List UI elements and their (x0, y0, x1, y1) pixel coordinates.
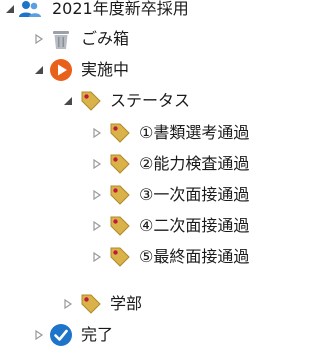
tree-item-status-child[interactable]: ③一次面接通過 (0, 180, 320, 210)
folder-tree: 2021年度新卒採用 ごみ箱 実施中 ステータス ①書類選考通過 ②能力検査通過… (0, 0, 320, 352)
collapse-arrow-icon[interactable] (62, 289, 74, 319)
expand-arrow-icon[interactable] (62, 86, 74, 116)
tag-icon (107, 183, 131, 207)
tree-item-label: ③一次面接通過 (139, 185, 250, 204)
tag-icon (107, 245, 131, 269)
tree-item-status[interactable]: ステータス (0, 86, 320, 116)
play-circle-icon (49, 58, 73, 82)
expand-arrow-icon[interactable] (33, 55, 45, 85)
expand-arrow-icon[interactable] (4, 0, 16, 24)
collapse-arrow-icon[interactable] (91, 180, 103, 210)
collapse-arrow-icon[interactable] (91, 211, 103, 241)
collapse-arrow-icon[interactable] (33, 320, 45, 350)
check-circle-icon (49, 323, 73, 347)
tree-item-status-child[interactable]: ⑤最終面接通過 (0, 242, 320, 272)
tree-item-label: 学部 (110, 294, 143, 313)
tree-item-label: ②能力検査通過 (139, 154, 250, 173)
tree-item-done[interactable]: 完了 (0, 320, 320, 350)
collapse-arrow-icon[interactable] (91, 118, 103, 148)
tag-icon (107, 152, 131, 176)
tree-item-label: ごみ箱 (81, 29, 130, 48)
tree-item-trash[interactable]: ごみ箱 (0, 24, 320, 54)
collapse-arrow-icon[interactable] (91, 149, 103, 179)
tree-item-root[interactable]: 2021年度新卒採用 (0, 0, 320, 24)
tree-item-label: 完了 (81, 325, 114, 344)
people-icon (18, 0, 42, 21)
tree-item-label: ①書類選考通過 (139, 123, 250, 142)
tag-icon (78, 292, 102, 316)
tree-item-label: ⑤最終面接通過 (139, 247, 250, 266)
tag-icon (107, 121, 131, 145)
tree-item-label: 実施中 (81, 60, 130, 79)
tree-item-label: 2021年度新卒採用 (52, 0, 189, 18)
trash-icon (49, 27, 73, 51)
tag-icon (78, 89, 102, 113)
tree-item-status-child[interactable]: ②能力検査通過 (0, 149, 320, 179)
tag-icon (107, 214, 131, 238)
collapse-arrow-icon[interactable] (33, 24, 45, 54)
tree-item-label: ステータス (110, 91, 191, 110)
tree-item-in-progress[interactable]: 実施中 (0, 55, 320, 85)
tree-item-status-child[interactable]: ①書類選考通過 (0, 118, 320, 148)
tree-item-label: ④二次面接通過 (139, 216, 250, 235)
collapse-arrow-icon[interactable] (91, 242, 103, 272)
tree-item-department[interactable]: 学部 (0, 289, 320, 319)
tree-item-status-child[interactable]: ④二次面接通過 (0, 211, 320, 241)
